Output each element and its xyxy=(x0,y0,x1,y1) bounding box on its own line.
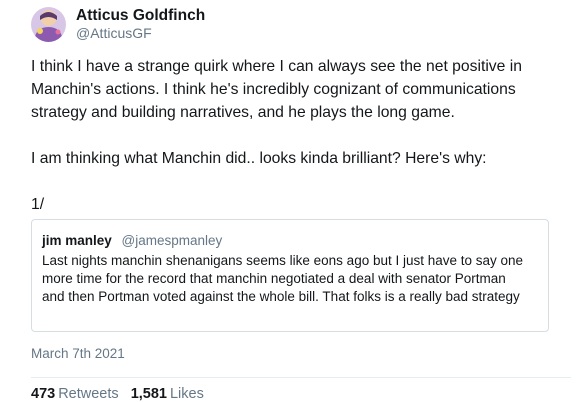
tweet-paragraph-3: 1/ xyxy=(31,196,45,213)
avatar[interactable] xyxy=(31,6,66,42)
avatar-image xyxy=(31,6,66,42)
tweet-paragraph-1: I think I have a strange quirk where I c… xyxy=(31,58,522,121)
quoted-author-handle: @jamespmanley xyxy=(121,233,223,248)
author-handle[interactable]: @AtticusGF xyxy=(76,25,205,41)
tweet-header: Atticus Goldfinch @AtticusGF xyxy=(31,6,205,42)
quoted-tweet-header: jim manley @jamespmanley xyxy=(42,233,538,249)
divider xyxy=(31,377,571,378)
tweet-paragraph-2: I am thinking what Manchin did.. looks k… xyxy=(31,150,487,167)
author-names: Atticus Goldfinch @AtticusGF xyxy=(76,7,205,41)
quoted-tweet[interactable]: jim manley @jamespmanley Last nights man… xyxy=(31,219,549,332)
tweet-text: I think I have a strange quirk where I c… xyxy=(31,55,571,216)
tweet-date[interactable]: March 7th 2021 xyxy=(31,346,125,361)
quoted-author-name: jim manley xyxy=(42,233,112,248)
author-display-name[interactable]: Atticus Goldfinch xyxy=(76,7,205,24)
tweet-card: Atticus Goldfinch @AtticusGF I think I h… xyxy=(0,0,583,402)
quoted-tweet-text: Last nights manchin shenanigans seems li… xyxy=(42,253,524,304)
